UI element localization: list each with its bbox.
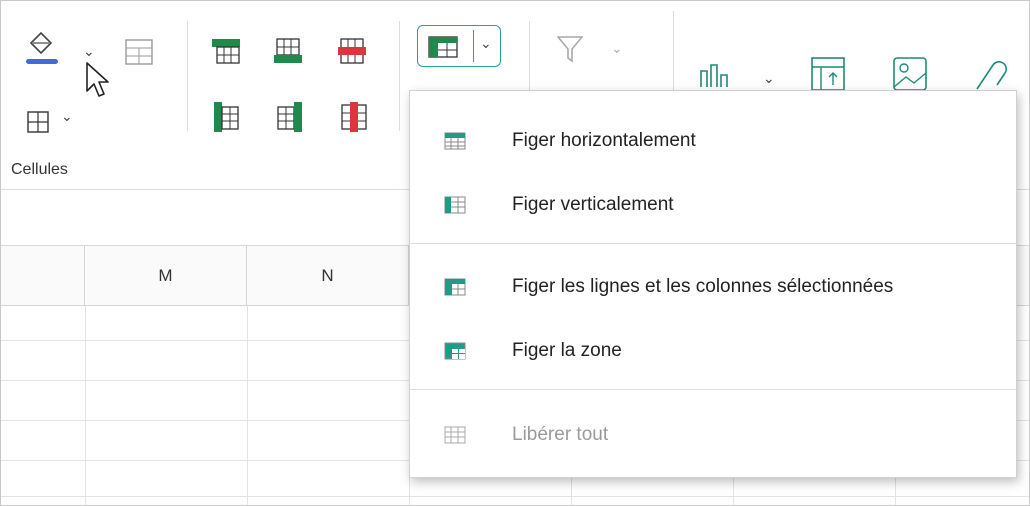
freeze-columns-icon bbox=[444, 196, 466, 214]
menu-item-label: Figer les lignes et les colonnes sélecti… bbox=[512, 276, 894, 297]
menu-item-label: Figer verticalement bbox=[512, 194, 674, 215]
menu-item-freeze-rows-and-columns[interactable]: Figer les lignes et les colonnes sélecti… bbox=[410, 257, 1016, 317]
filter-icon[interactable] bbox=[557, 35, 583, 63]
column-header-n[interactable]: N bbox=[247, 246, 409, 306]
menu-item-freeze-area[interactable]: Figer la zone bbox=[410, 321, 1016, 381]
menu-item-label: Figer la zone bbox=[512, 340, 622, 361]
menu-item-freeze-horizontally[interactable]: Figer horizontalement bbox=[410, 111, 1016, 171]
image-icon[interactable] bbox=[893, 57, 927, 91]
filter-dropdown-icon[interactable]: ⌄ bbox=[611, 41, 623, 55]
freeze-panes-button[interactable]: ⌄ bbox=[417, 25, 501, 67]
mouse-cursor-icon bbox=[86, 62, 109, 97]
menu-item-label: Figer horizontalement bbox=[512, 130, 696, 151]
menu-separator bbox=[410, 389, 1016, 390]
insert-row-below-icon[interactable] bbox=[273, 38, 303, 64]
freeze-rows-columns-icon bbox=[444, 278, 466, 296]
bar-chart-icon[interactable] bbox=[699, 63, 743, 89]
menu-item-freeze-vertically[interactable]: Figer verticalement bbox=[410, 175, 1016, 235]
column-header-m[interactable]: M bbox=[85, 246, 247, 306]
pivot-table-icon[interactable] bbox=[811, 57, 845, 91]
column-line bbox=[247, 306, 248, 505]
fill-color-dropdown-icon[interactable]: ⌄ bbox=[83, 44, 95, 58]
freeze-rows-icon bbox=[444, 132, 466, 150]
menu-item-unfreeze-all[interactable]: Libérer tout bbox=[410, 405, 1016, 465]
app-window: ⌄ ⌄ ⌄ ⌄ ⌄ Cellules M N Figer horizontale… bbox=[0, 0, 1030, 506]
cells-group-label: Cellules bbox=[11, 161, 68, 178]
cell-format-icon[interactable] bbox=[125, 39, 153, 65]
delete-column-icon[interactable] bbox=[341, 101, 367, 133]
menu-separator bbox=[410, 243, 1016, 244]
link-icon[interactable] bbox=[969, 55, 1029, 95]
freeze-panes-icon bbox=[428, 36, 458, 58]
borders-dropdown-icon[interactable]: ⌄ bbox=[61, 109, 73, 123]
row-header-corner[interactable] bbox=[1, 246, 85, 306]
split-divider bbox=[473, 30, 474, 62]
menu-item-label: Libérer tout bbox=[512, 424, 609, 445]
freeze-panes-menu: Figer horizontalement Figer verticalemen… bbox=[409, 90, 1017, 478]
separator bbox=[399, 21, 400, 131]
delete-row-icon[interactable] bbox=[337, 38, 367, 64]
separator bbox=[673, 11, 674, 91]
fill-color-icon[interactable] bbox=[25, 29, 59, 71]
row-line bbox=[1, 496, 1029, 497]
borders-icon[interactable] bbox=[27, 111, 49, 133]
insert-column-right-icon[interactable] bbox=[277, 101, 303, 133]
unfreeze-all-icon bbox=[444, 426, 466, 444]
insert-column-left-icon[interactable] bbox=[213, 101, 239, 133]
freeze-area-icon bbox=[444, 342, 466, 360]
insert-row-above-icon[interactable] bbox=[211, 38, 241, 64]
separator bbox=[187, 21, 188, 131]
chart-dropdown-icon[interactable]: ⌄ bbox=[763, 71, 775, 85]
freeze-dropdown-icon[interactable]: ⌄ bbox=[480, 36, 492, 50]
column-line bbox=[85, 306, 86, 505]
